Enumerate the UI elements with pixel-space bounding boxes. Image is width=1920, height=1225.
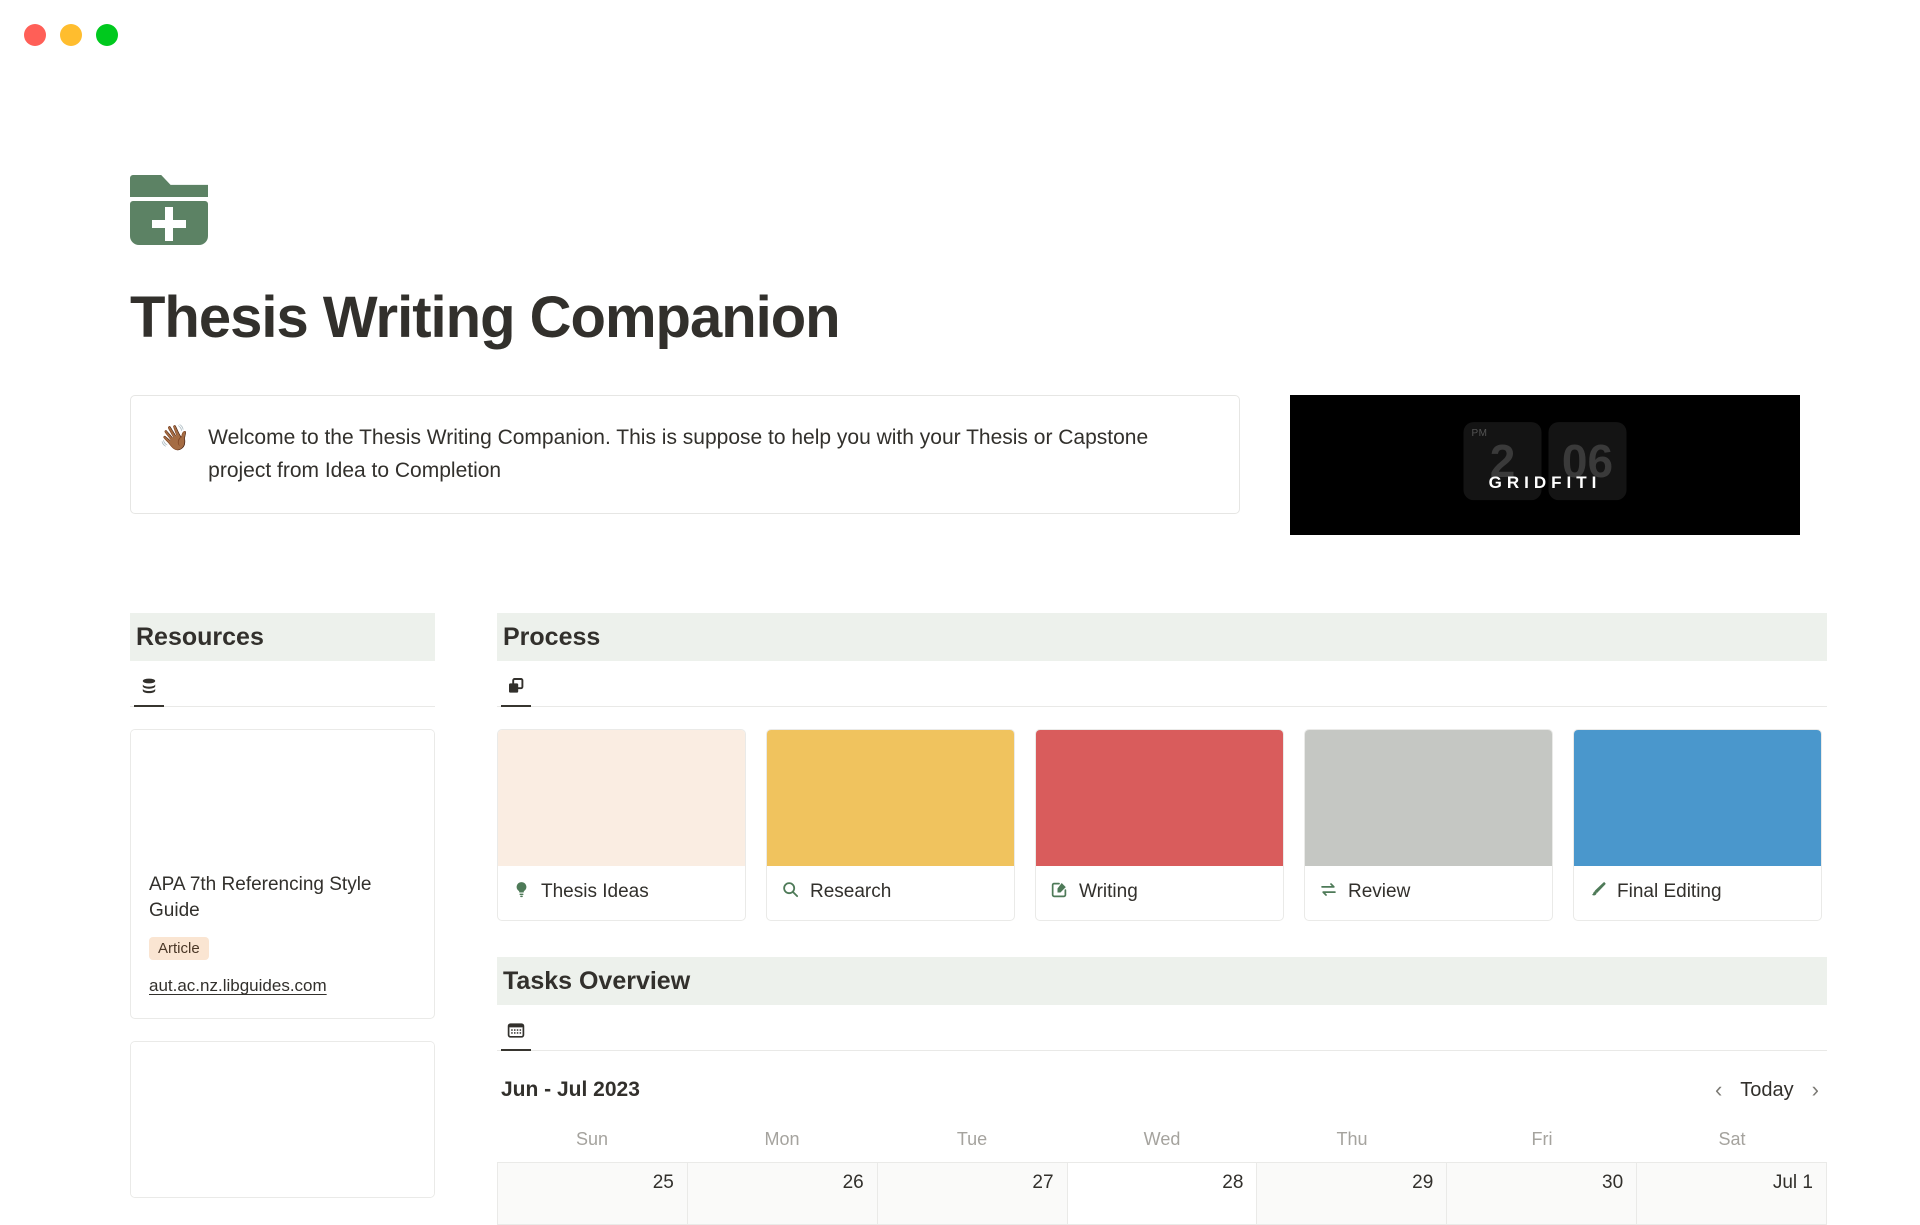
- resource-card[interactable]: [130, 1041, 435, 1199]
- calendar-day-number: 25: [652, 1172, 674, 1193]
- resources-column: Resources APA 7th Referencing Style Guid…: [130, 613, 435, 1199]
- process-card-thesis-ideas[interactable]: Thesis Ideas: [497, 729, 746, 921]
- process-card-writing[interactable]: Writing: [1035, 729, 1284, 921]
- process-card-cover: [1574, 730, 1821, 866]
- process-card-cover: [1036, 730, 1283, 866]
- close-window-button[interactable]: [24, 24, 46, 46]
- calendar-icon: [506, 1020, 526, 1040]
- welcome-text: Welcome to the Thesis Writing Companion.…: [208, 426, 1149, 482]
- tasks-view-tabs: [497, 1009, 1827, 1051]
- calendar-cell[interactable]: 29: [1257, 1163, 1448, 1225]
- calendar-cell[interactable]: Jul 1: [1637, 1163, 1827, 1225]
- resources-view-tabs: [130, 665, 435, 707]
- body-columns: Resources APA 7th Referencing Style Guid…: [130, 613, 1830, 1225]
- process-card-review[interactable]: Review: [1304, 729, 1553, 921]
- resource-card-url[interactable]: aut.ac.nz.libguides.com: [149, 976, 416, 996]
- welcome-callout: 👋🏾 Welcome to the Thesis Writing Compani…: [130, 395, 1240, 515]
- calendar-day-number: 29: [1412, 1172, 1434, 1193]
- resource-card[interactable]: APA 7th Referencing Style Guide Article …: [130, 729, 435, 1020]
- process-view-tabs: [497, 665, 1827, 707]
- tasks-title: Tasks Overview: [503, 967, 691, 995]
- page-content: Thesis Writing Companion 👋🏾 Welcome to t…: [130, 175, 1830, 1225]
- database-icon: [139, 676, 159, 696]
- process-card-cover: [1305, 730, 1552, 866]
- calendar-day-header: Thu: [1336, 1129, 1368, 1149]
- process-card-label: Review: [1348, 881, 1411, 902]
- gallery-icon: [506, 676, 526, 696]
- resource-card-title: APA 7th Referencing Style Guide: [149, 874, 372, 921]
- calendar-day-header: Wed: [1143, 1129, 1181, 1149]
- gridfiti-banner: PM 2 06 GRIDFITI: [1290, 395, 1800, 535]
- calendar-nav: ‹ Today ›: [1711, 1077, 1823, 1103]
- calendar-day-header: Tue: [956, 1129, 988, 1149]
- process-gallery: Thesis Ideas Research Writing Review Fin…: [497, 729, 1827, 921]
- calendar-month-label: Jun - Jul 2023: [501, 1078, 640, 1101]
- calendar-cell[interactable]: 30: [1447, 1163, 1638, 1225]
- lightbulb-icon: [512, 880, 531, 904]
- calendar-day-header: Fri: [1531, 1129, 1553, 1149]
- calendar-day-number: 30: [1602, 1172, 1624, 1193]
- clock-meridiem: PM: [1471, 428, 1488, 440]
- calendar-cell[interactable]: 27: [877, 1163, 1068, 1225]
- process-card-label: Writing: [1079, 881, 1138, 902]
- calendar-toolbar: Jun - Jul 2023 ‹ Today ›: [497, 1077, 1827, 1103]
- calendar-day-number: 28: [1222, 1172, 1244, 1193]
- calendar-day-header: Sat: [1718, 1129, 1746, 1149]
- calendar-day-number: Jul 1: [1772, 1172, 1813, 1193]
- process-card-label: Thesis Ideas: [541, 881, 649, 902]
- process-card-label: Final Editing: [1617, 881, 1722, 902]
- resource-card-tag: Article: [149, 937, 209, 961]
- calendar-day-headers: Sun Mon Tue Wed Thu Fri Sat: [497, 1129, 1827, 1162]
- process-card-label: Research: [810, 881, 892, 902]
- app-window: Thesis Writing Companion 👋🏾 Welcome to t…: [0, 0, 1920, 1225]
- resources-title: Resources: [136, 623, 264, 651]
- tab-resources-table[interactable]: [134, 667, 164, 707]
- calendar-day-number: 26: [842, 1172, 864, 1193]
- resources-header: Resources: [130, 613, 435, 661]
- edit-square-icon: [1050, 880, 1069, 904]
- calendar-day-header: Sun: [575, 1129, 609, 1149]
- tab-process-gallery[interactable]: [501, 667, 531, 707]
- process-card-final-editing[interactable]: Final Editing: [1573, 729, 1822, 921]
- magnifier-icon: [781, 880, 800, 904]
- maximize-window-button[interactable]: [96, 24, 118, 46]
- calendar-day-header: Mon: [764, 1129, 800, 1149]
- today-button[interactable]: Today: [1740, 1079, 1793, 1102]
- paintbrush-icon: [1588, 880, 1607, 904]
- resource-card-thumbnail: [131, 730, 434, 858]
- window-controls: [24, 24, 118, 46]
- tasks-section: Tasks Overview Jun - Jul 2023 ‹ Today › …: [497, 957, 1827, 1225]
- process-title: Process: [503, 623, 601, 651]
- hero-row: 👋🏾 Welcome to the Thesis Writing Compani…: [130, 395, 1830, 535]
- calendar-grid: 25 26 27 28 29 30 Jul 1: [497, 1162, 1827, 1225]
- swap-arrows-icon: [1319, 880, 1338, 904]
- minimize-window-button[interactable]: [60, 24, 82, 46]
- calendar-cell[interactable]: 26: [687, 1163, 878, 1225]
- resources-section: Resources APA 7th Referencing Style Guid…: [130, 613, 435, 1199]
- chevron-left-icon[interactable]: ‹: [1711, 1077, 1726, 1103]
- resource-card-thumbnail: [131, 1042, 434, 1198]
- chevron-right-icon[interactable]: ›: [1808, 1077, 1823, 1103]
- tab-tasks-calendar[interactable]: [501, 1011, 531, 1051]
- process-card-cover: [498, 730, 745, 866]
- process-section: Process Thesis Ideas Research Writing Re…: [497, 613, 1827, 921]
- page-title: Thesis Writing Companion: [130, 285, 841, 350]
- process-card-cover: [767, 730, 1014, 866]
- process-card-research[interactable]: Research: [766, 729, 1015, 921]
- waving-hand-icon: 👋🏾: [159, 424, 191, 452]
- gridfiti-wordmark: GRIDFITI: [1488, 473, 1602, 492]
- tasks-header: Tasks Overview: [497, 957, 1827, 1005]
- calendar-cell[interactable]: 25: [498, 1163, 688, 1225]
- folder-plus-icon[interactable]: [130, 175, 208, 245]
- calendar-cell[interactable]: 28: [1067, 1163, 1258, 1225]
- main-column: Process Thesis Ideas Research Writing Re…: [497, 613, 1827, 1225]
- calendar-day-number: 27: [1032, 1172, 1054, 1193]
- process-header: Process: [497, 613, 1827, 661]
